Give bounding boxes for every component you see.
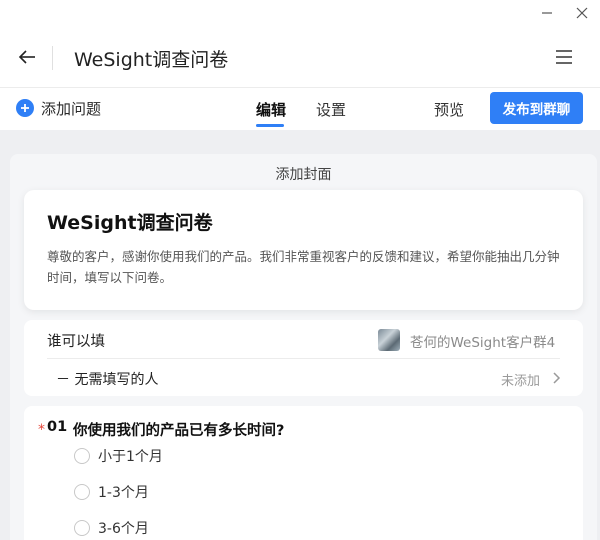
active-tab-indicator [256,124,284,127]
app-header: WeSight调查问卷 [0,26,600,88]
exempt-users-status: 未添加 [501,374,541,389]
radio-button[interactable] [74,484,90,500]
option-item[interactable]: 小于1个月 [74,446,163,466]
survey-panel: 添加封面 WeSight调查问卷 尊敬的客户，感谢你使用我们的产品。我们非常重视… [10,154,597,540]
question-card[interactable]: * 01 你使用我们的产品已有多长时间? 小于1个月 1-3个月 3-6个月 [24,406,583,540]
tab-settings[interactable]: 设置 [316,99,346,120]
radio-button[interactable] [74,448,90,464]
editor-toolbar: 添加问题 编辑 设置 预览 发布到群聊 [0,88,600,130]
option-label: 1-3个月 [98,485,149,501]
required-mark: * [38,422,45,438]
who-can-fill-row[interactable]: 谁可以填 苍何的WeSight客户群4 [24,320,583,358]
add-question-label: 添加问题 [41,99,102,118]
question-title: 你使用我们的产品已有多长时间? [73,423,285,439]
group-name: 苍何的WeSight客户群4 [410,335,556,351]
menu-button[interactable] [551,44,577,70]
page-title: WeSight调查问卷 [74,49,229,71]
option-label: 3-6个月 [98,521,149,537]
survey-description: 尊敬的客户，感谢你使用我们的产品。我们非常重视客户的反馈和建议，希望你能抽出几分… [47,249,560,285]
back-button[interactable] [14,44,40,70]
close-icon[interactable] [571,2,593,24]
option-item[interactable]: 1-3个月 [74,482,149,502]
survey-cover-card[interactable]: WeSight调查问卷 尊敬的客户，感谢你使用我们的产品。我们非常重视客户的反馈… [24,190,583,310]
arrow-left-icon [18,50,35,64]
group-avatar [378,329,400,351]
option-label: 小于1个月 [98,449,163,465]
window-titlebar [0,0,600,26]
exempt-users-label: － 无需填写的人 [56,372,159,388]
minimize-icon[interactable] [536,2,558,24]
header-divider [52,46,53,70]
hamburger-menu-icon [556,50,572,64]
option-item[interactable]: 3-6个月 [74,518,149,538]
publish-to-group-button[interactable]: 发布到群聊 [490,92,583,124]
editor-canvas: 添加封面 WeSight调查问卷 尊敬的客户，感谢你使用我们的产品。我们非常重视… [0,130,600,540]
chevron-right-icon [553,372,561,384]
plus-circle-icon [16,99,34,117]
audience-card: 谁可以填 苍何的WeSight客户群4 － 无需填写的人 未添加 [24,320,583,396]
exempt-users-row[interactable]: － 无需填写的人 未添加 [24,359,583,396]
add-cover-button[interactable]: 添加封面 [10,164,597,184]
survey-title: WeSight调查问卷 [47,212,213,234]
tab-edit[interactable]: 编辑 [256,99,286,120]
add-question-button[interactable]: 添加问题 [16,97,101,119]
preview-button[interactable]: 预览 [434,99,464,120]
question-number: 01 [47,419,68,435]
radio-button[interactable] [74,520,90,536]
who-can-fill-label: 谁可以填 [47,334,105,350]
